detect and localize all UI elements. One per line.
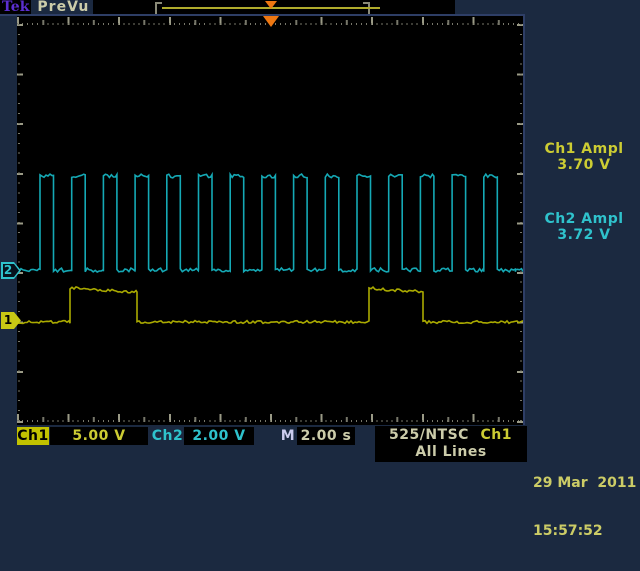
ch2-marker-number: 2 (1, 262, 15, 279)
measurement-ch1-label: Ch1 Ampl (528, 141, 640, 157)
oscilloscope-screen: Tek PreVu 2 1 Ch1 Ampl 3.70 V Ch2 Ampl (0, 0, 640, 480)
trigger-mode: All Lines (375, 444, 527, 461)
ch2-scale-readout: 2.00 V (184, 427, 254, 445)
datetime-display: 29 Mar 2011 15:57:52 (533, 443, 636, 571)
brand-status: Tek PreVu (2, 0, 89, 15)
ch1-scale-readout: 5.00 V (50, 427, 148, 445)
ch1-marker-number: 1 (1, 312, 15, 329)
trigger-position-icon (265, 1, 277, 9)
measurement-ch2-label: Ch2 Ampl (528, 211, 640, 227)
ch2-label: Ch2 (151, 427, 184, 445)
ch1-ground-marker: 1 (1, 312, 21, 329)
graticule-right-edge (523, 16, 525, 425)
measurement-ch2-ampl: Ch2 Ampl 3.72 V (528, 211, 640, 243)
ch1-badge: Ch1 (17, 427, 49, 445)
timebase-readout: 2.00 s (297, 427, 355, 445)
measurement-ch2-value: 3.72 V (528, 227, 640, 243)
trigger-standard: 525/NTSC (389, 426, 469, 444)
waveform-traces (17, 16, 523, 425)
ch2-ground-marker: 2 (1, 262, 21, 279)
timebase-label: M (279, 427, 297, 445)
acquisition-mode-label: PreVu (37, 0, 89, 15)
date-text: 29 Mar 2011 (533, 475, 636, 491)
tek-logo: Tek (2, 0, 29, 15)
graticule (17, 16, 523, 425)
trigger-source: Ch1 (481, 426, 512, 444)
measurement-ch1-ampl: Ch1 Ampl 3.70 V (528, 141, 640, 173)
trigger-info-box: 525/NTSC Ch1 All Lines (375, 426, 527, 462)
measurement-ch1-value: 3.70 V (528, 157, 640, 173)
time-text: 15:57:52 (533, 523, 636, 539)
